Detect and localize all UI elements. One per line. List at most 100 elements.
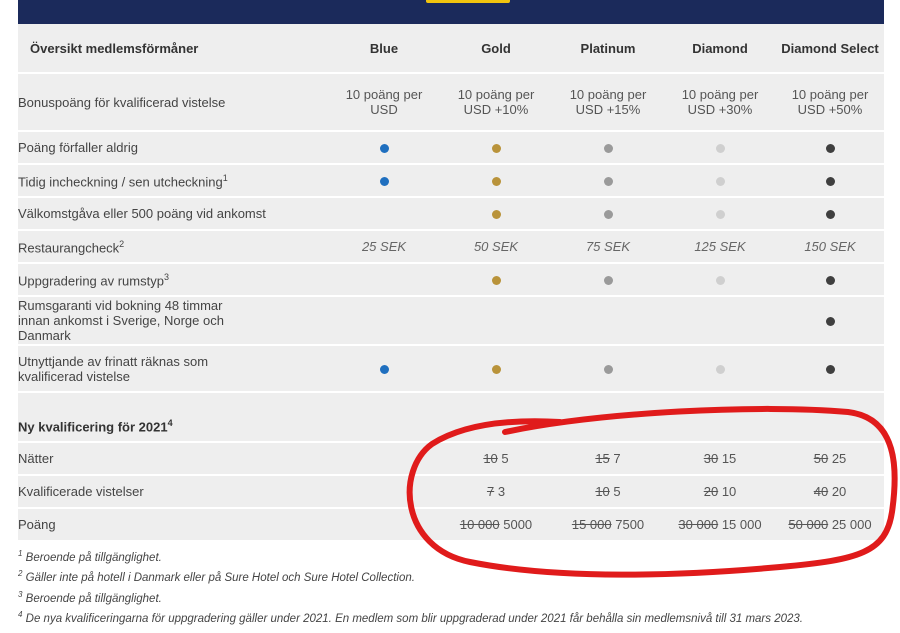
included-dot-icon: [715, 210, 725, 220]
benefit-cell: [552, 165, 664, 198]
benefit-cell: [664, 132, 776, 165]
footnote-marker: 2: [119, 239, 125, 250]
qualification-title: Ny kvalificering för 20214: [18, 409, 884, 443]
cell-value: 10 poäng per USD +50%: [791, 87, 869, 117]
banner-button-edge[interactable]: [426, 0, 510, 3]
benefit-cell: 10 poäng per USD +15%: [552, 74, 664, 132]
new-requirement: 7500: [615, 517, 645, 532]
cell-value: 75 SEK: [585, 239, 631, 254]
included-dot-icon: [825, 317, 835, 327]
benefit-cell: [664, 346, 776, 393]
benefit-cell: [552, 346, 664, 393]
requirement-cell: [328, 509, 440, 542]
benefit-cell: [552, 198, 664, 231]
qualification-row: Nätter 10 5 15 7 30 15 50 25: [18, 443, 884, 476]
included-dot-icon: [825, 210, 835, 220]
benefit-cell: 25 SEK: [328, 231, 440, 264]
row-label: Utnyttjande av frinatt räknas som kvalif…: [18, 346, 328, 393]
cell-value: 10 poäng per USD +15%: [569, 87, 647, 117]
benefit-cell: [776, 264, 884, 297]
benefit-cell: [328, 297, 440, 346]
row-label-text: Rumsgaranti vid bokning 48 timmar innan …: [18, 298, 224, 343]
benefit-cell: [440, 264, 552, 297]
old-requirement: 7: [486, 484, 495, 499]
footnote: 1 Beroende på tillgänglighet.: [18, 546, 884, 566]
row-label-text: Välkomstgåva eller 500 poäng vid ankomst: [18, 206, 266, 221]
row-label: Rumsgaranti vid bokning 48 timmar innan …: [18, 297, 328, 346]
benefit-cell: [328, 132, 440, 165]
included-dot-icon: [379, 144, 389, 154]
old-requirement: 10 000: [459, 517, 500, 532]
new-requirement: 10: [721, 484, 737, 499]
benefits-table: Översikt medlemsförmåner Blue Gold Plati…: [18, 24, 884, 542]
requirement-cell: 15 000 7500: [552, 509, 664, 542]
qualification-title-text: Ny kvalificering för 2021: [18, 419, 168, 435]
included-dot-icon: [715, 144, 725, 154]
cell-value: 10 poäng per USD +30%: [681, 87, 759, 117]
footnote-marker: 4: [167, 417, 173, 428]
footnote-number: 4: [18, 609, 23, 619]
included-dot-icon: [603, 276, 613, 286]
benefit-cell: [664, 264, 776, 297]
footnote: 3 Beroende på tillgänglighet.: [18, 587, 884, 607]
cell-value: 125 SEK: [694, 239, 746, 254]
qualification-row: Kvalificerade vistelser 7 3 10 5 20 10 40 20: [18, 476, 884, 509]
table-row: Restaurangcheck2 25 SEK 50 SEK 75 SEK 125 SE…: [18, 231, 884, 264]
row-label-text: Kvalificerade vistelser: [18, 484, 144, 499]
included-dot-icon: [603, 177, 613, 187]
new-requirement: 25 000: [831, 517, 872, 532]
table-row: Tidig incheckning / sen utcheckning1: [18, 165, 884, 198]
requirement-cell: 50 25: [776, 443, 884, 476]
benefit-cell: [776, 132, 884, 165]
benefit-cell: [552, 297, 664, 346]
included-dot-icon: [491, 276, 501, 286]
row-label: Uppgradering av rumstyp3: [18, 264, 328, 297]
new-requirement: 7: [613, 451, 621, 466]
footnote-text: Beroende på tillgänglighet.: [25, 551, 162, 564]
benefit-cell: [328, 165, 440, 198]
cell-value: 150 SEK: [804, 239, 856, 254]
benefit-cell: 10 poäng per USD: [328, 74, 440, 132]
benefit-cell: [552, 132, 664, 165]
included-dot-icon: [379, 177, 389, 187]
footnote-marker: 3: [163, 272, 169, 283]
footnote: 2 Gäller inte på hotell i Danmark eller …: [18, 566, 884, 586]
row-label-text: Poäng: [18, 517, 56, 532]
footnote-text: De nya kvalificeringarna för uppgraderin…: [25, 612, 803, 625]
requirement-cell: 10 000 5000: [440, 509, 552, 542]
qualification-title-row: Ny kvalificering för 20214: [18, 409, 884, 443]
requirement-cell: 30 000 15 000: [664, 509, 776, 542]
benefit-cell: [664, 198, 776, 231]
cell-value: 10 poäng per USD: [345, 87, 423, 117]
requirement-cell: 30 15: [664, 443, 776, 476]
benefit-cell: [440, 346, 552, 393]
benefit-cell: [664, 165, 776, 198]
benefit-cell: [776, 297, 884, 346]
included-dot-icon: [715, 365, 725, 375]
new-requirement: 5000: [503, 517, 533, 532]
footnote-number: 3: [18, 589, 23, 599]
new-requirement: 20: [831, 484, 847, 499]
benefit-cell: [776, 165, 884, 198]
old-requirement: 50: [813, 451, 829, 466]
benefit-cell: 10 poäng per USD +50%: [776, 74, 884, 132]
new-requirement: 25: [831, 451, 847, 466]
table-row: Bonuspoäng för kvalificerad vistelse 10 p…: [18, 74, 884, 132]
row-label-text: Bonuspoäng för kvalificerad vistelse: [18, 94, 226, 110]
footnote-number: 1: [18, 549, 23, 558]
table-title: Översikt medlemsförmåner: [18, 24, 328, 74]
included-dot-icon: [603, 365, 613, 375]
cell-value: 10 poäng per USD +10%: [457, 87, 535, 117]
new-requirement: 15: [721, 451, 737, 466]
tier-header: Gold: [440, 24, 552, 74]
footnote-text: Beroende på tillgänglighet.: [25, 592, 162, 605]
row-label: Välkomstgåva eller 500 poäng vid ankomst: [18, 198, 328, 231]
included-dot-icon: [491, 177, 501, 187]
included-dot-icon: [491, 144, 501, 154]
row-label: Poäng: [18, 509, 328, 542]
requirement-cell: [328, 476, 440, 509]
requirement-cell: 7 3: [440, 476, 552, 509]
requirement-cell: 20 10: [664, 476, 776, 509]
spacer-cell: [18, 393, 884, 409]
table-row: Välkomstgåva eller 500 poäng vid ankomst: [18, 198, 884, 231]
